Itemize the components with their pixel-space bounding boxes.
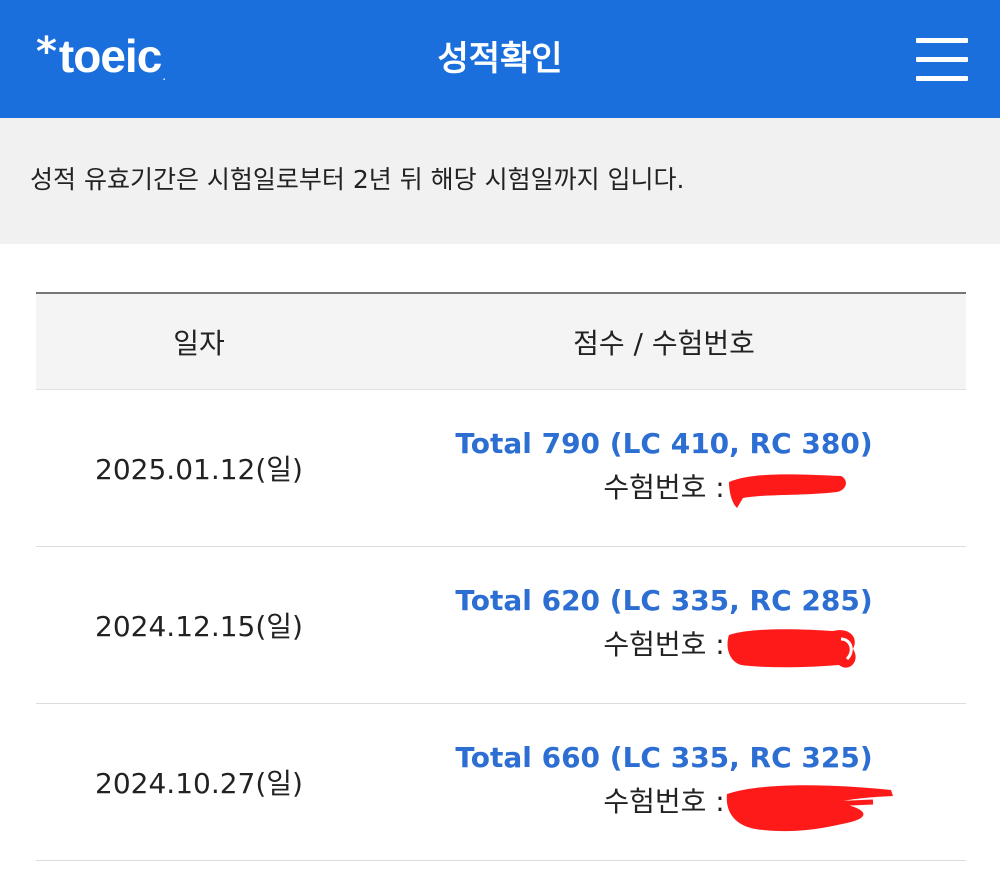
exam-date: 2024.12.15(일) — [95, 610, 303, 643]
score-cell: Total 620 (LC 335, RC 285) 수험번호 : — [362, 581, 966, 669]
registration-number: 수험번호 : — [603, 621, 856, 669]
score-link[interactable]: Total 790 (LC 410, RC 380) — [362, 424, 966, 464]
hamburger-menu-icon[interactable] — [916, 38, 968, 82]
score-cell: Total 790 (LC 410, RC 380) 수험번호 : — [362, 424, 966, 512]
header-score: 점수 / 수험번호 — [573, 326, 755, 360]
notice-text: 성적 유효기간은 시험일로부터 2년 뒤 해당 시험일까지 입니다. — [30, 165, 685, 194]
exam-date: 2024.10.27(일) — [95, 767, 303, 800]
toeic-logo[interactable]: * toeic . — [36, 30, 166, 86]
registration-number: 수험번호 : — [603, 778, 894, 832]
table-row: 2024.10.27(일) Total 660 (LC 335, RC 325)… — [36, 704, 966, 861]
table-row: 2025.01.12(일) Total 790 (LC 410, RC 380)… — [36, 390, 966, 547]
redaction-mark — [729, 474, 847, 508]
registration-label: 수험번호 : — [603, 628, 725, 661]
page-title: 성적확인 — [437, 39, 563, 79]
logo-dot: . — [162, 69, 167, 83]
validity-notice: 성적 유효기간은 시험일로부터 2년 뒤 해당 시험일까지 입니다. — [0, 118, 1000, 244]
asterisk-icon: * — [36, 29, 57, 75]
score-link[interactable]: Total 620 (LC 335, RC 285) — [362, 581, 966, 621]
logo-text: toeic — [58, 30, 162, 82]
header-date: 일자 — [173, 326, 225, 360]
registration-label: 수험번호 : — [603, 785, 725, 818]
score-cell: Total 660 (LC 335, RC 325) 수험번호 : — [362, 738, 966, 832]
registration-label: 수험번호 : — [603, 471, 725, 504]
registration-number: 수험번호 : — [603, 464, 847, 512]
redaction-mark — [727, 785, 894, 832]
table-row: 2024.12.15(일) Total 620 (LC 335, RC 285)… — [36, 547, 966, 704]
exam-date: 2025.01.12(일) — [95, 453, 303, 486]
redaction-mark — [727, 629, 856, 668]
app-header: * toeic . 성적확인 — [0, 0, 1000, 118]
table-header: 일자 점수 / 수험번호 — [36, 294, 966, 390]
score-link[interactable]: Total 660 (LC 335, RC 325) — [362, 738, 966, 778]
score-table: 일자 점수 / 수험번호 2025.01.12(일) Total 790 (LC… — [36, 292, 966, 861]
